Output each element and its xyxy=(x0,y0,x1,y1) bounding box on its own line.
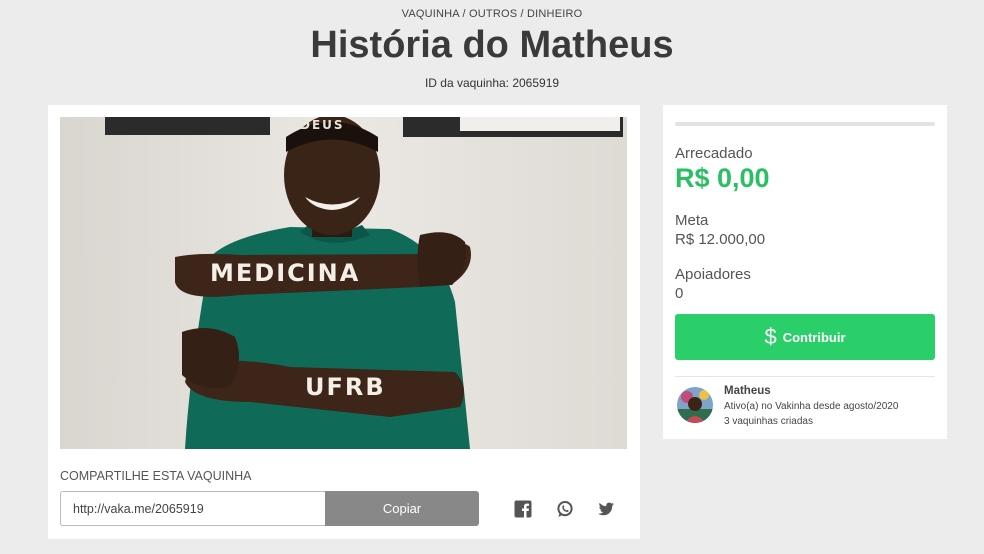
svg-text:DEUS: DEUS xyxy=(300,118,345,132)
breadcrumb[interactable]: VAQUINHA / OUTROS / DINHEIRO xyxy=(0,8,984,20)
page-title: História do Matheus xyxy=(310,24,674,66)
creator-active-since: Ativo(a) no Vakinha desde agosto/2020 xyxy=(724,401,899,412)
contribute-label: Contribuir xyxy=(782,329,846,345)
twitter-icon[interactable] xyxy=(597,500,615,518)
progress-bar xyxy=(675,122,935,126)
share-url-input[interactable] xyxy=(60,491,325,526)
whatsapp-icon[interactable] xyxy=(556,500,574,518)
svg-text:UFRB: UFRB xyxy=(305,373,386,401)
creator-name[interactable]: Matheus xyxy=(724,385,771,397)
campaign-photo: MEDICINA UFRB DEUS xyxy=(60,117,627,449)
campaign-photo-image: MEDICINA UFRB DEUS xyxy=(60,117,627,449)
campaign-card: MEDICINA UFRB DEUS COMPARTILHE ESTA VAQU… xyxy=(48,105,640,539)
supporters-value: 0 xyxy=(675,285,684,302)
avatar[interactable] xyxy=(677,387,713,423)
supporters-label: Apoiadores xyxy=(675,266,751,283)
raised-amount: R$ 0,00 xyxy=(675,163,770,193)
dollar-icon: $ xyxy=(764,324,777,349)
creator-campaign-count: 3 vaquinhas criadas xyxy=(724,416,813,427)
goal-value: R$ 12.000,00 xyxy=(675,231,766,248)
campaign-id: ID da vaquinha: 2065919 xyxy=(424,76,560,90)
copy-button[interactable]: Copiar xyxy=(325,491,479,526)
contribute-button[interactable]: $ Contribuir xyxy=(675,314,935,360)
facebook-icon[interactable] xyxy=(514,500,532,518)
donation-card: Arrecadado R$ 0,00 Meta R$ 12.000,00 Apo… xyxy=(663,105,947,439)
raised-label: Arrecadado xyxy=(675,145,753,162)
svg-text:MEDICINA: MEDICINA xyxy=(210,259,360,287)
goal-label: Meta xyxy=(675,212,709,229)
divider xyxy=(675,376,935,377)
share-label: COMPARTILHE ESTA VAQUINHA xyxy=(60,469,252,483)
